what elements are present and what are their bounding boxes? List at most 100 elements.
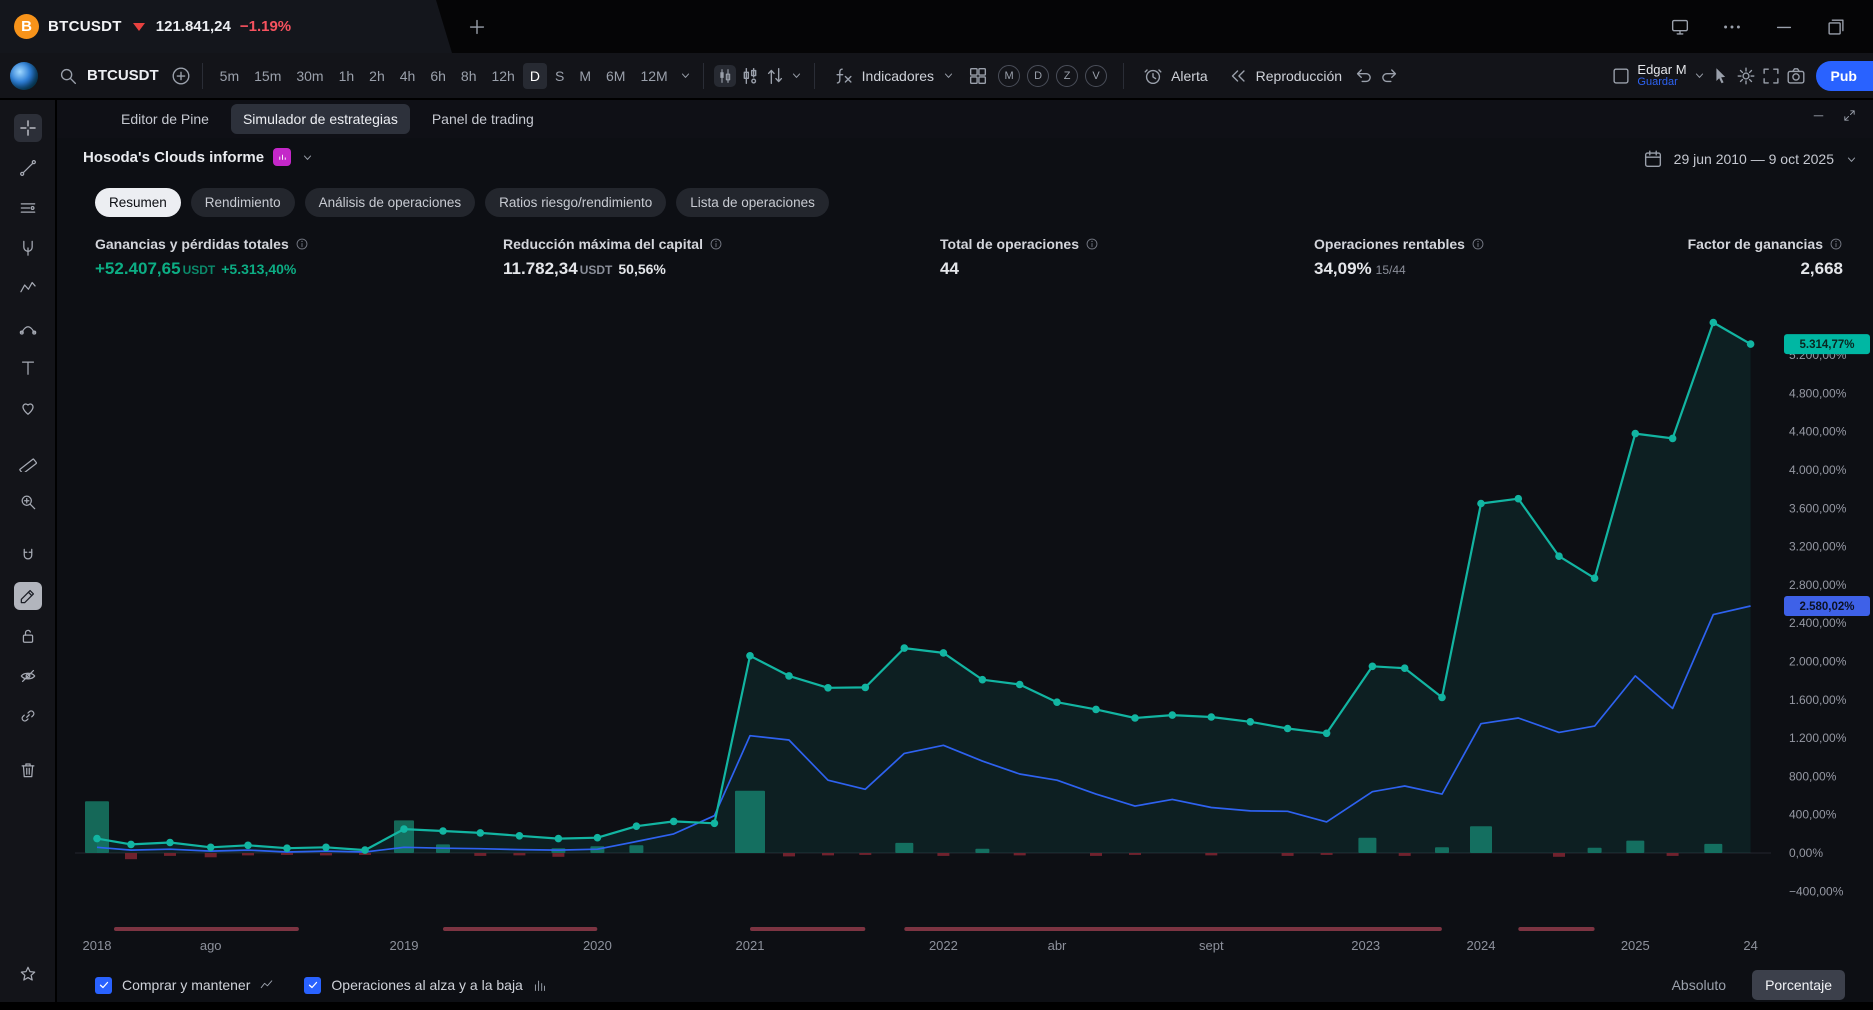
timeframe-button-8h[interactable]: 8h [454,63,484,89]
info-icon[interactable] [709,237,723,251]
strategy-chevron-icon[interactable] [300,150,315,165]
timeframe-button-15m[interactable]: 15m [247,63,288,89]
user-menu-chevron-icon[interactable] [1692,68,1707,83]
panel-expand-icon[interactable] [1842,108,1857,123]
timeframe-button-S[interactable]: S [548,63,571,89]
long-short-toggle[interactable]: Operaciones al alza y a la baja [304,977,546,994]
magnet-tool[interactable] [14,542,42,570]
fullscreen-icon[interactable] [1760,65,1782,87]
timeframe-button-2h[interactable]: 2h [362,63,392,89]
layout-circle-D[interactable]: D [1027,65,1049,87]
parallel-lines-tool[interactable] [14,194,42,222]
timeframe-button-6h[interactable]: 6h [423,63,453,89]
view-tab-lista-de-operaciones[interactable]: Lista de operaciones [676,188,829,217]
long-short-label: Operaciones al alza y a la baja [331,977,522,993]
layout-circle-M[interactable]: M [998,65,1020,87]
timeframe-button-5m[interactable]: 5m [213,63,246,89]
trend-line-tool[interactable] [14,154,42,182]
crosshair-tool[interactable] [14,114,42,142]
date-range-picker[interactable]: 29 jun 2010 — 9 oct 2025 [1642,148,1859,170]
interval-arrows-icon[interactable] [764,65,786,87]
menu-dots-icon[interactable] [1721,16,1743,38]
svg-text:3.600,00%: 3.600,00% [1789,501,1847,515]
timeframe-button-M[interactable]: M [572,63,598,89]
timeframe-button-D[interactable]: D [523,63,547,89]
checkbox-checked-icon[interactable] [304,977,321,994]
percentage-toggle[interactable]: Porcentaje [1752,970,1845,1000]
zoom-in-tool[interactable] [14,488,42,516]
elliott-wave-tool[interactable] [14,274,42,302]
timeframe-button-1h[interactable]: 1h [332,63,362,89]
gear-icon[interactable] [1735,65,1757,87]
stat-label: Ganancias y pérdidas totales [95,236,309,252]
redo-icon[interactable] [1378,65,1400,87]
layout-letter-buttons: MDZV [998,65,1107,87]
emoji-tool[interactable] [14,394,42,422]
layout-circle-V[interactable]: V [1085,65,1107,87]
view-tab-ratios-riesgo-rendimiento[interactable]: Ratios riesgo/rendimiento [485,188,666,217]
view-tab-an-lisis-de-operaciones[interactable]: Análisis de operaciones [305,188,476,217]
favorites-star-icon[interactable] [14,960,42,988]
link-tool[interactable] [14,702,42,730]
info-icon[interactable] [1085,237,1099,251]
curve-tool[interactable] [14,314,42,342]
edit-pencil-icon [18,586,38,606]
equity-chart[interactable]: −400,00%0,00%400,00%800,00%1.200,00%1.60… [57,252,1873,964]
lock-tool[interactable] [14,622,42,650]
publish-button[interactable]: Pub [1816,61,1873,91]
user-menu[interactable]: Edgar M Guardar [1637,63,1686,88]
camera-icon[interactable] [1785,65,1807,87]
timeframe-button-12M[interactable]: 12M [633,63,674,89]
panel-minimize-icon[interactable] [1811,108,1826,123]
undo-icon[interactable] [1353,65,1375,87]
tab-panel-de-trading[interactable]: Panel de trading [420,104,546,134]
ruler-tool[interactable] [14,448,42,476]
window-minimize-button[interactable] [1773,16,1795,38]
view-tab-resumen[interactable]: Resumen [95,188,181,217]
symbol-search-button[interactable]: BTCUSDT [49,59,167,93]
alert-button[interactable]: Alerta [1134,59,1216,93]
layout-square-icon[interactable] [1610,65,1632,87]
stat-label: Factor de ganancias [1688,236,1843,252]
svg-text:2024: 2024 [1467,938,1496,953]
multi-monitor-icon[interactable] [1669,16,1691,38]
timeframe-button-6M[interactable]: 6M [599,63,632,89]
info-icon[interactable] [1471,237,1485,251]
timeframe-group: 5m15m30m1h2h4h6h8h12hDSM6M12M [213,63,675,89]
absolute-toggle[interactable]: Absoluto [1672,977,1726,993]
info-icon[interactable] [1829,237,1843,251]
layout-circle-Z[interactable]: Z [1056,65,1078,87]
tab-price: 121.841,24 [156,18,231,35]
checkbox-checked-icon[interactable] [95,977,112,994]
chart-tab[interactable]: B BTCUSDT 121.841,24 −1.19% [0,0,452,53]
window-restore-button[interactable] [1825,16,1847,38]
tab-editor-de-pine[interactable]: Editor de Pine [109,104,221,134]
info-icon[interactable] [295,237,309,251]
symbol-add-icon[interactable] [170,65,192,87]
timeframe-chevron-icon[interactable] [678,68,693,83]
text-tool-tool[interactable] [14,354,42,382]
cursor-icon[interactable] [1710,65,1732,87]
timeframe-button-12h[interactable]: 12h [484,63,521,89]
user-avatar[interactable] [10,62,38,90]
edit-pencil-tool[interactable] [14,582,42,610]
pitchfork-tool[interactable] [14,234,42,262]
trash-tool[interactable] [14,756,42,784]
strategy-tester-panel: Editor de Pine Simulador de estrategias Pa… [57,100,1873,1002]
replay-button[interactable]: Reproducción [1219,59,1350,93]
grid-layout-icon[interactable] [967,65,989,87]
chart-style-alt-icon[interactable] [739,65,761,87]
timeframe-button-30m[interactable]: 30m [289,63,330,89]
timeframe-button-4h[interactable]: 4h [393,63,423,89]
strategy-title-row[interactable]: Hosoda's Clouds informe [83,148,315,166]
view-tab-rendimiento[interactable]: Rendimiento [191,188,295,217]
indicators-button[interactable]: Indicadores [825,59,964,93]
equity-chart-svg[interactable]: −400,00%0,00%400,00%800,00%1.200,00%1.60… [57,252,1873,964]
new-tab-button[interactable] [466,16,488,38]
chart-style-chevron-icon[interactable] [789,68,804,83]
buy-hold-toggle[interactable]: Comprar y mantener [95,977,274,994]
chart-style-candles-icon[interactable] [714,65,736,87]
save-link[interactable]: Guardar [1637,77,1677,89]
tab-simulador-de-estrategias[interactable]: Simulador de estrategias [231,104,410,134]
hide-tool[interactable] [14,662,42,690]
